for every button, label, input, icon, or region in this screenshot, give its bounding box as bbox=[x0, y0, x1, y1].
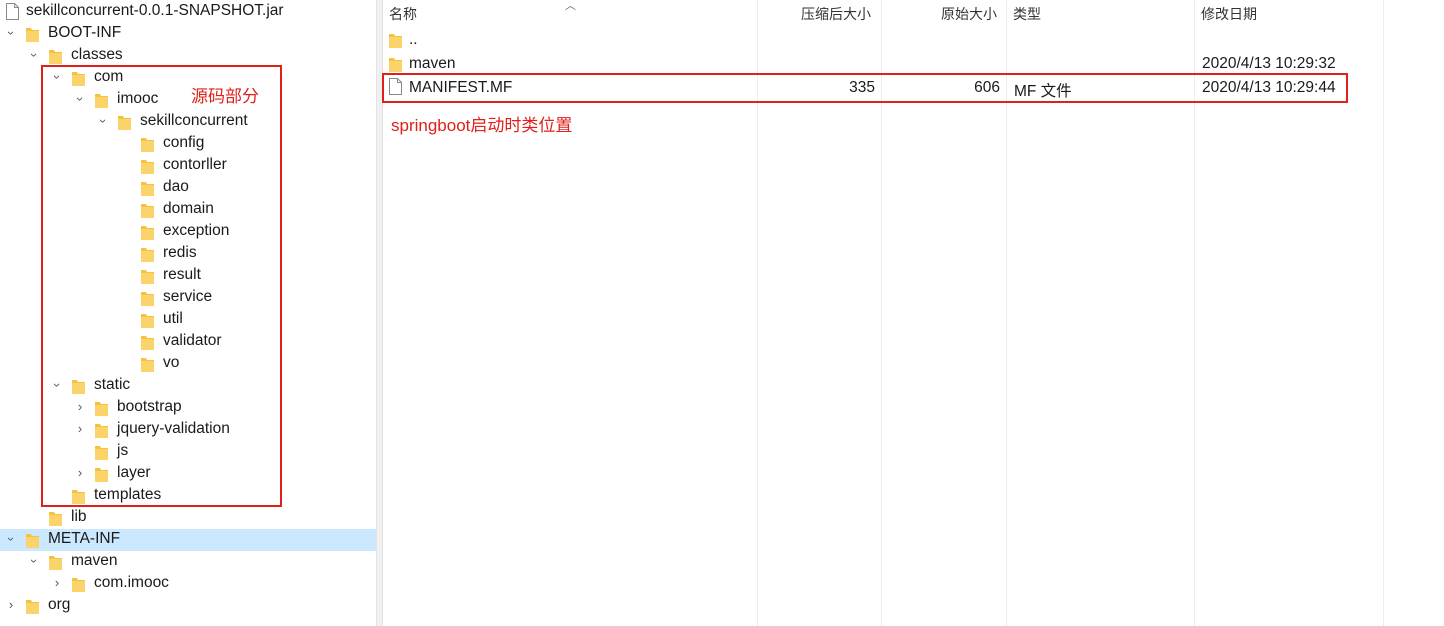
tree-node-label: org bbox=[48, 596, 71, 613]
tree-node[interactable]: sekillconcurrent-0.0.1-SNAPSHOT.jar bbox=[0, 1, 376, 23]
file-list-pane[interactable]: 名称 ︿ 压缩后大小 原始大小 类型 修改日期 .. maven 2020/4/… bbox=[382, 0, 1444, 626]
sort-ascending-icon: ︿ bbox=[565, 0, 576, 12]
tree-node-label: classes bbox=[71, 46, 123, 63]
folder-icon bbox=[49, 50, 62, 64]
list-item-name: maven bbox=[409, 55, 456, 72]
folder-icon bbox=[49, 556, 62, 570]
column-separator[interactable] bbox=[1383, 0, 1384, 626]
column-header-modified[interactable]: 修改日期 bbox=[1201, 4, 1257, 24]
annotation-source-label: 源码部分 bbox=[191, 87, 259, 106]
chevron-right-icon[interactable]: › bbox=[4, 598, 18, 612]
tree-node-label: maven bbox=[71, 552, 118, 569]
tree-node-label: com.imooc bbox=[94, 574, 169, 591]
tree-node[interactable]: lib bbox=[0, 507, 376, 529]
list-item-name: .. bbox=[409, 31, 418, 48]
folder-icon bbox=[26, 28, 39, 42]
folder-icon bbox=[49, 512, 62, 526]
tree-node-label: sekillconcurrent-0.0.1-SNAPSHOT.jar bbox=[26, 2, 284, 19]
chevron-down-icon[interactable]: › bbox=[4, 26, 19, 40]
list-item-modified: 2020/4/13 10:29:32 bbox=[1202, 55, 1336, 72]
tree-node-label: META-INF bbox=[48, 530, 121, 547]
chevron-down-icon[interactable]: › bbox=[27, 554, 42, 568]
annotation-springboot-label: springboot启动时类位置 bbox=[391, 116, 573, 135]
column-header-compressed-size[interactable]: 压缩后大小 bbox=[801, 4, 871, 24]
tree-node[interactable]: › META-INF bbox=[0, 529, 376, 551]
folder-icon bbox=[389, 34, 402, 48]
chevron-down-icon[interactable]: › bbox=[4, 532, 19, 546]
tree-node[interactable]: › BOOT-INF bbox=[0, 23, 376, 45]
chevron-down-icon[interactable]: › bbox=[27, 48, 42, 62]
annotation-manifest-box bbox=[382, 73, 1348, 103]
column-header-original-size[interactable]: 原始大小 bbox=[941, 4, 997, 24]
folder-icon bbox=[26, 534, 39, 548]
column-header-name[interactable]: 名称 bbox=[389, 4, 417, 24]
column-header-type[interactable]: 类型 bbox=[1013, 4, 1041, 24]
chevron-right-icon[interactable]: › bbox=[50, 576, 64, 590]
folder-icon bbox=[26, 600, 39, 614]
tree-node[interactable]: › org bbox=[0, 595, 376, 617]
tree-node[interactable]: › classes bbox=[0, 45, 376, 67]
tree-node[interactable]: › com.imooc bbox=[0, 573, 376, 595]
tree-node[interactable]: › maven bbox=[0, 551, 376, 573]
tree-node-label: lib bbox=[71, 508, 87, 525]
folder-icon bbox=[389, 58, 402, 72]
annotation-source-box bbox=[41, 65, 282, 507]
tree-node-label: BOOT-INF bbox=[48, 24, 122, 41]
list-row-parent[interactable]: .. bbox=[383, 28, 1383, 52]
file-icon bbox=[6, 3, 19, 20]
folder-icon bbox=[72, 578, 85, 592]
